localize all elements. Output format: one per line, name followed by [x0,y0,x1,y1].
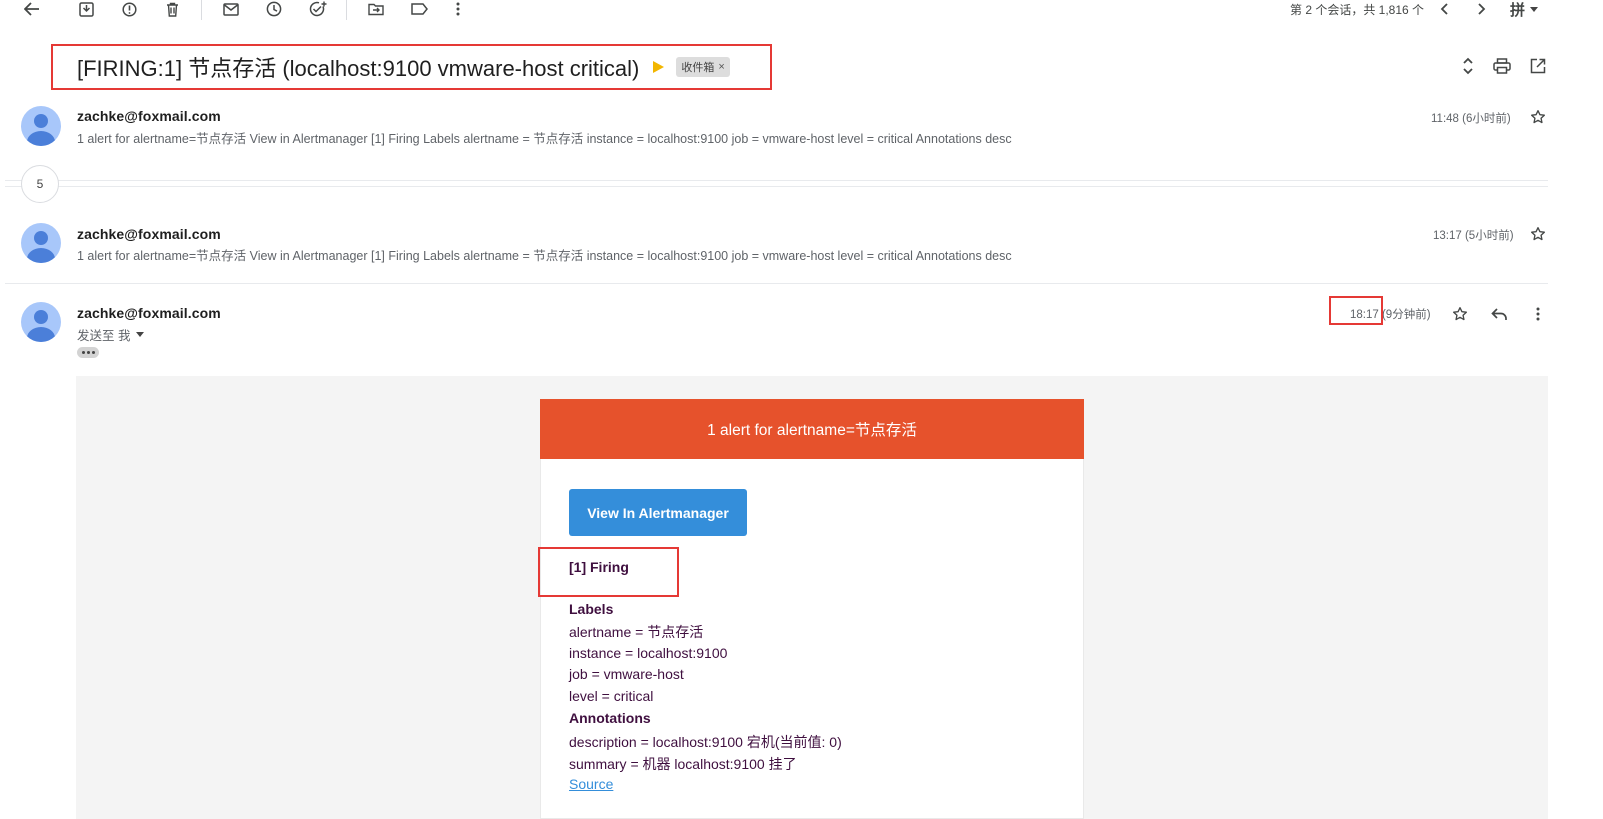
star-icon[interactable] [1528,107,1548,127]
label-icon[interactable] [409,0,429,18]
label-item: level = critical [569,688,654,704]
highlight-box-firing [538,547,679,597]
star-icon[interactable] [1450,304,1470,324]
mark-unread-icon[interactable] [221,0,241,18]
more-vert-icon[interactable] [1528,304,1548,324]
reply-icon[interactable] [1489,304,1509,324]
highlight-box-subject [51,44,772,90]
collapsed-divider-bottom [5,186,1548,187]
message-divider [5,283,1548,284]
snooze-icon[interactable] [264,0,284,18]
delete-icon[interactable] [162,0,182,18]
recipient-details[interactable]: 发送至 我 [77,325,145,344]
conversation-counter: 第 2 个会话，共 1,816 个 [1290,3,1425,17]
alert-header: 1 alert for alertname=节点存活 [540,399,1084,459]
label-item: job = vmware-host [569,666,684,682]
highlight-box-time [1329,296,1383,325]
message-timestamp: 13:17 (5小时前) [1433,230,1514,242]
star-icon[interactable] [1528,224,1548,244]
annotations-heading: Annotations [569,710,651,726]
source-link[interactable]: Source [569,776,613,792]
report-spam-icon[interactable] [119,0,139,18]
avatar [21,302,61,342]
label-item: instance = localhost:9100 [569,645,728,661]
avatar [21,106,61,146]
message-snippet[interactable]: 1 alert for alertname=节点存活 View in Alert… [77,245,1012,264]
prev-icon[interactable] [1436,0,1452,18]
show-trimmed-content-icon[interactable] [77,347,99,358]
sender-email[interactable]: zachke@foxmail.com [77,108,221,124]
annotation-item: summary = 机器 localhost:9100 挂了 [569,756,797,772]
add-task-icon[interactable] [307,0,329,18]
toolbar-divider [201,0,202,20]
more-vert-icon[interactable] [448,0,468,18]
chevron-down-icon [1530,7,1539,12]
message-snippet[interactable]: 1 alert for alertname=节点存活 View in Alert… [77,128,1012,147]
sender-email[interactable]: zachke@foxmail.com [77,226,221,242]
recipient-text: 发送至 我 [77,329,131,343]
print-icon[interactable] [1492,56,1512,76]
view-in-alertmanager-button[interactable]: View In Alertmanager [569,489,747,536]
chevron-down-icon [136,332,145,337]
label-item: alertname = 节点存活 [569,624,704,640]
toolbar-divider [346,0,347,20]
annotation-item: description = localhost:9100 宕机(当前值: 0) [569,734,842,750]
open-new-window-icon[interactable] [1528,56,1548,76]
archive-icon[interactable] [76,0,96,18]
move-to-icon[interactable] [366,0,386,18]
expand-collapse-icon[interactable] [1458,56,1478,76]
input-tool-button[interactable]: 拼 [1510,0,1539,20]
collapsed-divider-top [5,180,1548,181]
input-tool-label: 拼 [1510,2,1526,19]
message-timestamp: 11:48 (6小时前) [1431,113,1511,125]
next-icon[interactable] [1474,0,1490,18]
avatar [21,223,61,263]
sender-email[interactable]: zachke@foxmail.com [77,305,221,321]
collapsed-messages-count[interactable]: 5 [21,165,59,203]
labels-heading: Labels [569,601,614,617]
back-arrow-icon[interactable] [22,0,42,18]
